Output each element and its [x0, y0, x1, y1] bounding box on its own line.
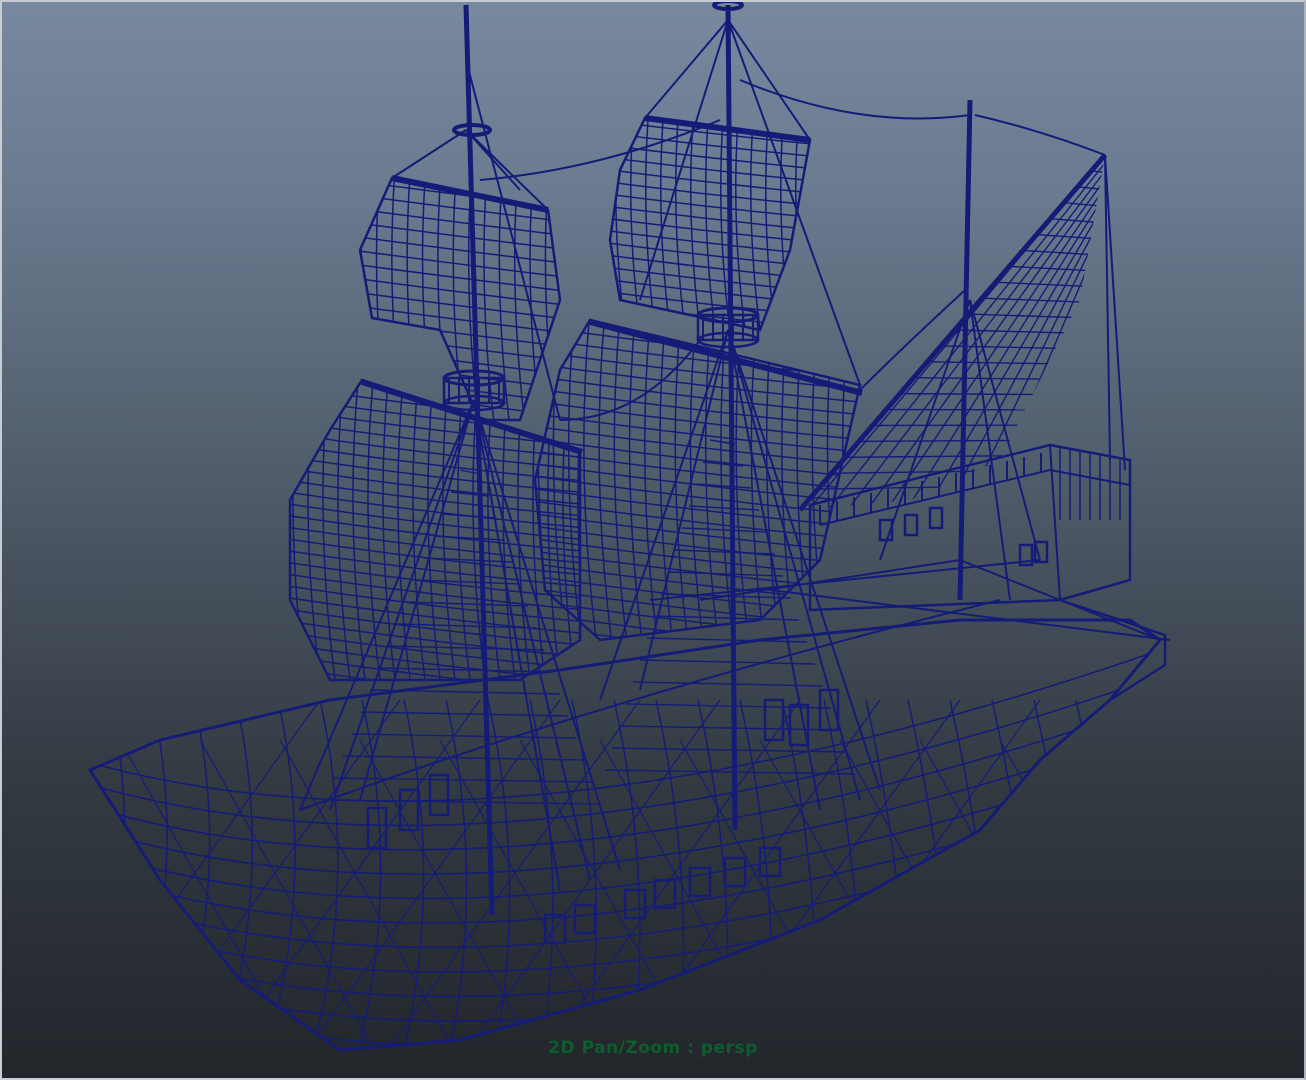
- stern-castle: [699, 443, 1167, 702]
- hull: [87, 618, 1163, 1052]
- 3d-viewport-persp[interactable]: 2D Pan/Zoom : persp: [0, 0, 1306, 1080]
- ship-wireframe-model[interactable]: [0, 0, 1306, 1080]
- camera-mode-label: 2D Pan/Zoom : persp: [548, 1038, 758, 1058]
- mizzen-lateen-sail: [798, 153, 1126, 512]
